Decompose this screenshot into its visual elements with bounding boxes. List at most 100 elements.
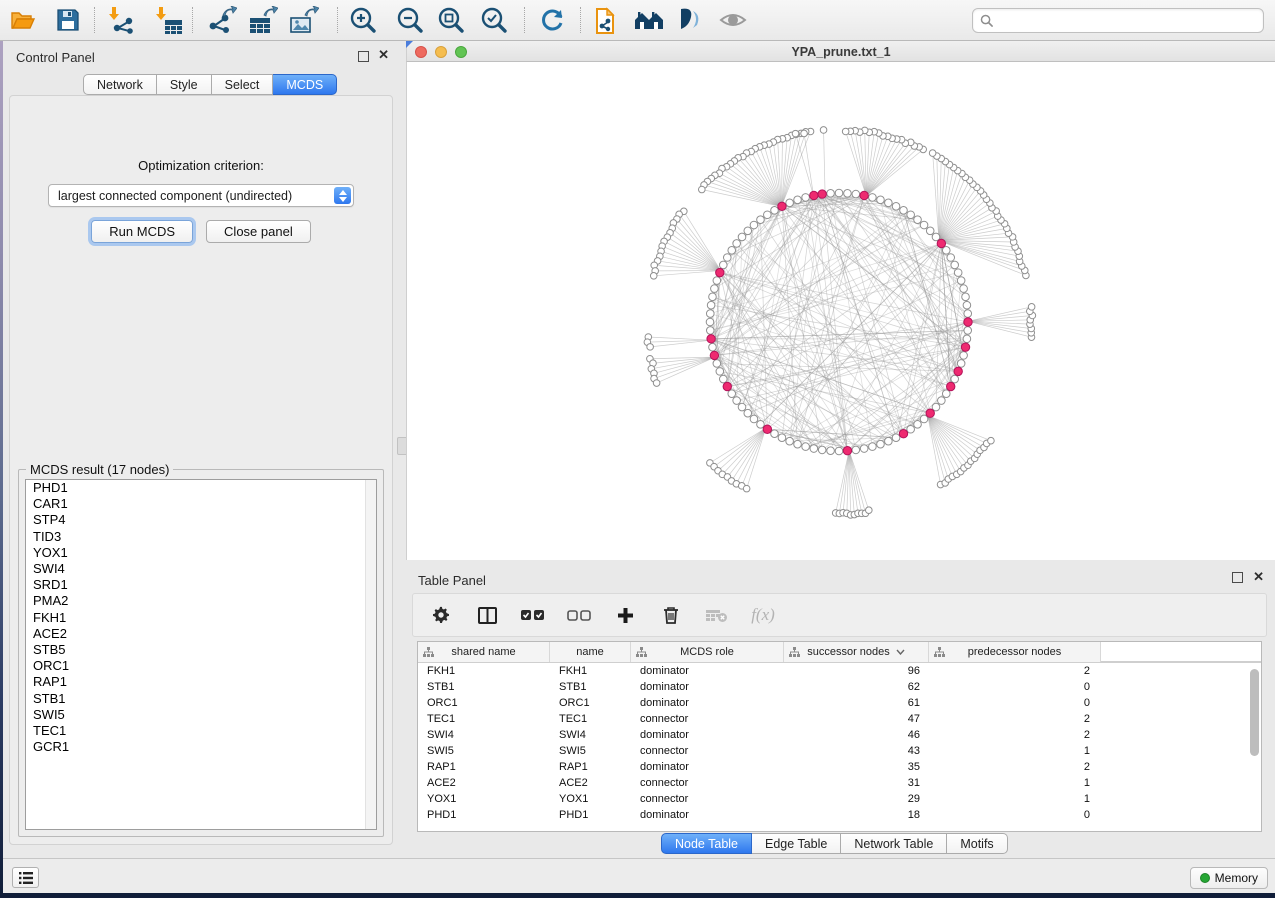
- add-column-button[interactable]: [613, 603, 637, 627]
- mcds-result-item[interactable]: SWI4: [26, 561, 376, 577]
- close-panel-button[interactable]: Close panel: [206, 220, 311, 243]
- cell-name[interactable]: SWI5: [550, 745, 631, 757]
- network-node[interactable]: [964, 310, 972, 318]
- run-mcds-button[interactable]: Run MCDS: [91, 220, 193, 243]
- cell-shared-name[interactable]: SWI5: [418, 745, 550, 757]
- close-panel-icon[interactable]: ✕: [378, 48, 389, 62]
- mcds-result-item[interactable]: TEC1: [26, 723, 376, 739]
- memory-button[interactable]: Memory: [1190, 867, 1268, 889]
- network-node[interactable]: [778, 434, 786, 442]
- cell-MCDS-role[interactable]: connector: [631, 745, 784, 757]
- cell-MCDS-role[interactable]: connector: [631, 777, 784, 789]
- zoom-in-button[interactable]: [347, 5, 379, 35]
- zoom-out-button[interactable]: [394, 5, 426, 35]
- network-node[interactable]: [869, 443, 877, 451]
- network-node[interactable]: [963, 335, 971, 343]
- leaf-node[interactable]: [988, 437, 995, 444]
- cell-shared-name[interactable]: RAP1: [418, 761, 550, 773]
- network-node[interactable]: [750, 415, 758, 423]
- table-tab-motifs[interactable]: Motifs: [947, 833, 1007, 854]
- delete-column-button[interactable]: [659, 603, 683, 627]
- cell-predecessor-nodes[interactable]: 2: [929, 729, 1101, 741]
- mcds-result-item[interactable]: TID3: [26, 529, 376, 545]
- network-node[interactable]: [786, 199, 794, 207]
- network-node[interactable]: [963, 301, 971, 309]
- column-header-name[interactable]: name: [550, 642, 631, 662]
- cell-shared-name[interactable]: TEC1: [418, 713, 550, 725]
- node-table[interactable]: shared namenameMCDS rolesuccessor nodesp…: [417, 641, 1262, 832]
- network-node[interactable]: [706, 327, 714, 335]
- network-node[interactable]: [757, 216, 765, 224]
- mcds-result-item[interactable]: SRD1: [26, 577, 376, 593]
- network-node[interactable]: [709, 343, 717, 351]
- import-network-button[interactable]: [106, 5, 138, 35]
- network-node[interactable]: [818, 446, 826, 454]
- cell-name[interactable]: RAP1: [550, 761, 631, 773]
- network-node[interactable]: [771, 206, 779, 214]
- network-node[interactable]: [733, 240, 741, 248]
- cell-successor-nodes[interactable]: 29: [784, 793, 929, 805]
- cell-name[interactable]: STB1: [550, 681, 631, 693]
- cell-successor-nodes[interactable]: 35: [784, 761, 929, 773]
- network-window-titlebar[interactable]: YPA_prune.txt_1: [406, 41, 1275, 62]
- criterion-dropdown[interactable]: largest connected component (undirected): [48, 184, 354, 207]
- apply-layout-button[interactable]: [537, 5, 569, 35]
- network-node[interactable]: [877, 196, 885, 204]
- table-row[interactable]: YOX1YOX1connector291: [418, 791, 1261, 807]
- mcds-hub-node[interactable]: [961, 343, 969, 351]
- leaf-node[interactable]: [698, 186, 705, 193]
- network-node[interactable]: [892, 203, 900, 211]
- network-node[interactable]: [786, 437, 794, 445]
- table-scrollbar-thumb[interactable]: [1250, 669, 1259, 756]
- network-node[interactable]: [794, 440, 802, 448]
- network-from-document-button[interactable]: [591, 5, 623, 35]
- table-tab-node-table[interactable]: Node Table: [661, 833, 752, 854]
- leaf-node[interactable]: [1028, 304, 1035, 311]
- network-node[interactable]: [920, 221, 928, 229]
- network-node[interactable]: [728, 390, 736, 398]
- network-node[interactable]: [757, 421, 765, 429]
- network-node[interactable]: [713, 277, 721, 285]
- home-button[interactable]: [633, 5, 665, 35]
- network-node[interactable]: [723, 254, 731, 262]
- cell-predecessor-nodes[interactable]: 2: [929, 665, 1101, 677]
- network-node[interactable]: [932, 233, 940, 241]
- import-table-button[interactable]: [153, 5, 185, 35]
- mcds-hub-node[interactable]: [778, 202, 786, 210]
- network-node[interactable]: [951, 261, 959, 269]
- mcds-hub-node[interactable]: [860, 191, 868, 199]
- zoom-selected-button[interactable]: [478, 5, 510, 35]
- network-node[interactable]: [960, 285, 968, 293]
- cell-shared-name[interactable]: STB1: [418, 681, 550, 693]
- mcds-result-item[interactable]: FKH1: [26, 610, 376, 626]
- cell-name[interactable]: SWI4: [550, 729, 631, 741]
- network-node[interactable]: [951, 375, 959, 383]
- mcds-hub-node[interactable]: [899, 430, 907, 438]
- cell-MCDS-role[interactable]: connector: [631, 713, 784, 725]
- cell-name[interactable]: ORC1: [550, 697, 631, 709]
- mcds-hub-node[interactable]: [810, 191, 818, 199]
- float-table-panel-icon[interactable]: [1232, 572, 1243, 583]
- network-node[interactable]: [907, 425, 915, 433]
- cell-predecessor-nodes[interactable]: 0: [929, 809, 1101, 821]
- cell-MCDS-role[interactable]: dominator: [631, 665, 784, 677]
- tab-network[interactable]: Network: [83, 74, 157, 95]
- task-history-button[interactable]: [12, 867, 39, 888]
- mcds-result-item[interactable]: STB1: [26, 691, 376, 707]
- table-row[interactable]: RAP1RAP1dominator352: [418, 759, 1261, 775]
- deselect-all-button[interactable]: [567, 603, 591, 627]
- network-node[interactable]: [877, 440, 885, 448]
- network-node[interactable]: [938, 397, 946, 405]
- network-node[interactable]: [835, 189, 843, 197]
- mcds-result-item[interactable]: ACE2: [26, 626, 376, 642]
- mcds-result-item[interactable]: YOX1: [26, 545, 376, 561]
- leaf-node[interactable]: [842, 128, 849, 135]
- mcds-hub-node[interactable]: [763, 425, 771, 433]
- network-node[interactable]: [711, 285, 719, 293]
- export-table-button[interactable]: [247, 5, 279, 35]
- network-node[interactable]: [852, 190, 860, 198]
- mcds-result-item[interactable]: GCR1: [26, 739, 376, 755]
- float-panel-icon[interactable]: [358, 51, 369, 62]
- network-node[interactable]: [926, 227, 934, 235]
- show-column-panel-button[interactable]: [475, 603, 499, 627]
